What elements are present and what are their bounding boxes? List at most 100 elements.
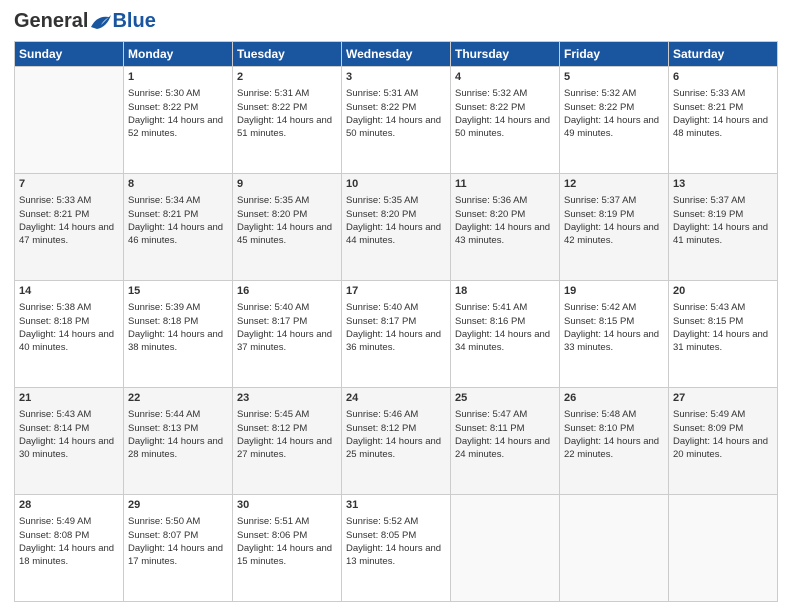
day-number: 12 — [564, 177, 664, 192]
cell-content: 1Sunrise: 5:30 AMSunset: 8:22 PMDaylight… — [128, 70, 228, 141]
week-row-4: 28Sunrise: 5:49 AMSunset: 8:08 PMDayligh… — [15, 495, 778, 602]
cell-content: 10Sunrise: 5:35 AMSunset: 8:20 PMDayligh… — [346, 177, 446, 248]
sunrise-text: Sunrise: 5:50 AM — [128, 515, 228, 528]
day-number: 6 — [673, 70, 773, 85]
calendar-cell: 7Sunrise: 5:33 AMSunset: 8:21 PMDaylight… — [15, 174, 124, 281]
cell-content: 23Sunrise: 5:45 AMSunset: 8:12 PMDayligh… — [237, 391, 337, 462]
cell-content: 6Sunrise: 5:33 AMSunset: 8:21 PMDaylight… — [673, 70, 773, 141]
sunrise-text: Sunrise: 5:34 AM — [128, 194, 228, 207]
calendar-cell: 11Sunrise: 5:36 AMSunset: 8:20 PMDayligh… — [451, 174, 560, 281]
sunrise-text: Sunrise: 5:33 AM — [673, 87, 773, 100]
day-number: 13 — [673, 177, 773, 192]
sunrise-text: Sunrise: 5:49 AM — [19, 515, 119, 528]
sunrise-text: Sunrise: 5:32 AM — [455, 87, 555, 100]
daylight-text: Daylight: 14 hours and — [564, 114, 664, 127]
daylight-text: Daylight: 14 hours and — [19, 221, 119, 234]
daylight-text: Daylight: 14 hours and — [346, 221, 446, 234]
sunset-text: Sunset: 8:16 PM — [455, 315, 555, 328]
sunset-text: Sunset: 8:07 PM — [128, 529, 228, 542]
sunrise-text: Sunrise: 5:45 AM — [237, 408, 337, 421]
day-number: 28 — [19, 498, 119, 513]
day-number: 15 — [128, 284, 228, 299]
daylight-text-2: 48 minutes. — [673, 127, 773, 140]
daylight-text: Daylight: 14 hours and — [128, 114, 228, 127]
calendar-cell: 24Sunrise: 5:46 AMSunset: 8:12 PMDayligh… — [342, 388, 451, 495]
week-row-1: 7Sunrise: 5:33 AMSunset: 8:21 PMDaylight… — [15, 174, 778, 281]
calendar-cell: 26Sunrise: 5:48 AMSunset: 8:10 PMDayligh… — [560, 388, 669, 495]
day-number: 19 — [564, 284, 664, 299]
calendar-cell: 30Sunrise: 5:51 AMSunset: 8:06 PMDayligh… — [233, 495, 342, 602]
calendar-cell — [560, 495, 669, 602]
calendar-cell: 6Sunrise: 5:33 AMSunset: 8:21 PMDaylight… — [669, 67, 778, 174]
cell-content: 22Sunrise: 5:44 AMSunset: 8:13 PMDayligh… — [128, 391, 228, 462]
day-number: 26 — [564, 391, 664, 406]
daylight-text-2: 28 minutes. — [128, 448, 228, 461]
day-number: 31 — [346, 498, 446, 513]
sunset-text: Sunset: 8:20 PM — [346, 208, 446, 221]
calendar-cell: 1Sunrise: 5:30 AMSunset: 8:22 PMDaylight… — [124, 67, 233, 174]
day-number: 10 — [346, 177, 446, 192]
sunset-text: Sunset: 8:22 PM — [455, 101, 555, 114]
daylight-text-2: 25 minutes. — [346, 448, 446, 461]
cell-content: 11Sunrise: 5:36 AMSunset: 8:20 PMDayligh… — [455, 177, 555, 248]
day-header-thursday: Thursday — [451, 42, 560, 67]
sunrise-text: Sunrise: 5:37 AM — [673, 194, 773, 207]
daylight-text-2: 47 minutes. — [19, 234, 119, 247]
cell-content: 24Sunrise: 5:46 AMSunset: 8:12 PMDayligh… — [346, 391, 446, 462]
calendar-cell: 21Sunrise: 5:43 AMSunset: 8:14 PMDayligh… — [15, 388, 124, 495]
cell-content: 20Sunrise: 5:43 AMSunset: 8:15 PMDayligh… — [673, 284, 773, 355]
daylight-text-2: 20 minutes. — [673, 448, 773, 461]
calendar-cell: 27Sunrise: 5:49 AMSunset: 8:09 PMDayligh… — [669, 388, 778, 495]
cell-content: 21Sunrise: 5:43 AMSunset: 8:14 PMDayligh… — [19, 391, 119, 462]
daylight-text: Daylight: 14 hours and — [455, 435, 555, 448]
day-number: 20 — [673, 284, 773, 299]
cell-content: 19Sunrise: 5:42 AMSunset: 8:15 PMDayligh… — [564, 284, 664, 355]
sunset-text: Sunset: 8:09 PM — [673, 422, 773, 435]
daylight-text: Daylight: 14 hours and — [455, 114, 555, 127]
calendar-cell: 29Sunrise: 5:50 AMSunset: 8:07 PMDayligh… — [124, 495, 233, 602]
daylight-text: Daylight: 14 hours and — [346, 114, 446, 127]
calendar-cell: 8Sunrise: 5:34 AMSunset: 8:21 PMDaylight… — [124, 174, 233, 281]
cell-content: 13Sunrise: 5:37 AMSunset: 8:19 PMDayligh… — [673, 177, 773, 248]
cell-content: 27Sunrise: 5:49 AMSunset: 8:09 PMDayligh… — [673, 391, 773, 462]
cell-content: 2Sunrise: 5:31 AMSunset: 8:22 PMDaylight… — [237, 70, 337, 141]
sunrise-text: Sunrise: 5:39 AM — [128, 301, 228, 314]
day-number: 25 — [455, 391, 555, 406]
sunrise-text: Sunrise: 5:30 AM — [128, 87, 228, 100]
cell-content: 18Sunrise: 5:41 AMSunset: 8:16 PMDayligh… — [455, 284, 555, 355]
calendar-cell: 12Sunrise: 5:37 AMSunset: 8:19 PMDayligh… — [560, 174, 669, 281]
sunrise-text: Sunrise: 5:48 AM — [564, 408, 664, 421]
calendar-cell: 19Sunrise: 5:42 AMSunset: 8:15 PMDayligh… — [560, 281, 669, 388]
day-header-friday: Friday — [560, 42, 669, 67]
daylight-text: Daylight: 14 hours and — [346, 328, 446, 341]
daylight-text: Daylight: 14 hours and — [237, 328, 337, 341]
calendar-cell: 10Sunrise: 5:35 AMSunset: 8:20 PMDayligh… — [342, 174, 451, 281]
sunset-text: Sunset: 8:21 PM — [128, 208, 228, 221]
sunrise-text: Sunrise: 5:31 AM — [346, 87, 446, 100]
day-number: 22 — [128, 391, 228, 406]
daylight-text: Daylight: 14 hours and — [455, 328, 555, 341]
daylight-text: Daylight: 14 hours and — [673, 435, 773, 448]
sunrise-text: Sunrise: 5:40 AM — [346, 301, 446, 314]
daylight-text-2: 17 minutes. — [128, 555, 228, 568]
daylight-text-2: 43 minutes. — [455, 234, 555, 247]
daylight-text-2: 37 minutes. — [237, 341, 337, 354]
sunrise-text: Sunrise: 5:38 AM — [19, 301, 119, 314]
sunset-text: Sunset: 8:21 PM — [673, 101, 773, 114]
sunset-text: Sunset: 8:10 PM — [564, 422, 664, 435]
sunset-text: Sunset: 8:12 PM — [237, 422, 337, 435]
cell-content: 15Sunrise: 5:39 AMSunset: 8:18 PMDayligh… — [128, 284, 228, 355]
daylight-text: Daylight: 14 hours and — [564, 221, 664, 234]
day-number: 8 — [128, 177, 228, 192]
daylight-text-2: 51 minutes. — [237, 127, 337, 140]
daylight-text-2: 50 minutes. — [346, 127, 446, 140]
cell-content: 14Sunrise: 5:38 AMSunset: 8:18 PMDayligh… — [19, 284, 119, 355]
daylight-text: Daylight: 14 hours and — [237, 114, 337, 127]
daylight-text-2: 52 minutes. — [128, 127, 228, 140]
cell-content: 16Sunrise: 5:40 AMSunset: 8:17 PMDayligh… — [237, 284, 337, 355]
day-number: 17 — [346, 284, 446, 299]
day-number: 11 — [455, 177, 555, 192]
sunset-text: Sunset: 8:20 PM — [455, 208, 555, 221]
day-number: 23 — [237, 391, 337, 406]
sunrise-text: Sunrise: 5:31 AM — [237, 87, 337, 100]
